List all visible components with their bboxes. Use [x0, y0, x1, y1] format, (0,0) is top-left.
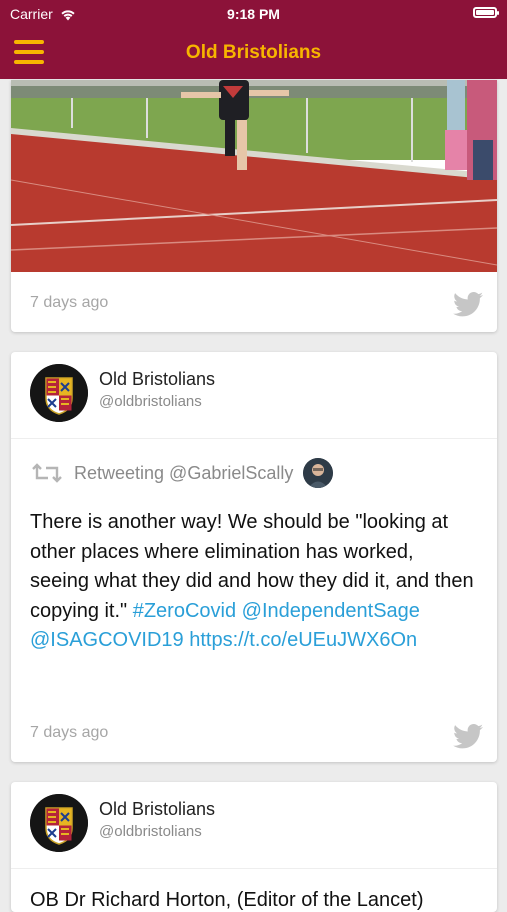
hashtag-link[interactable]: #ZeroCovid	[133, 600, 236, 622]
url-link[interactable]: https://t.co/eUEuJWX6On	[189, 629, 417, 651]
tweet-text: There is another way! We should be "look…	[30, 508, 478, 656]
avatar[interactable]	[30, 794, 88, 852]
retweet-icon	[32, 463, 62, 483]
account-name[interactable]: Old Bristolians	[99, 369, 215, 390]
status-bar: Carrier 9:18 PM	[0, 0, 507, 28]
retweet-label[interactable]: Retweeting @GabrielScally	[74, 463, 293, 484]
crest-logo	[30, 364, 88, 422]
account-name[interactable]: Old Bristolians	[99, 799, 215, 820]
account-handle[interactable]: @oldbristolians	[99, 393, 202, 410]
tweet-timestamp: 7 days ago	[30, 724, 109, 741]
mention-link[interactable]: @IndependentSage	[242, 600, 420, 622]
battery-icon	[473, 7, 499, 18]
twitter-bird-icon[interactable]	[453, 292, 483, 317]
tweet-header: Old Bristolians @oldbristolians	[11, 782, 497, 869]
avatar[interactable]	[30, 364, 88, 422]
twitter-bird-icon[interactable]	[453, 724, 483, 749]
feed-card-text[interactable]: Old Bristolians @oldbristolians OB Dr Ri…	[11, 782, 497, 912]
tweet-timestamp: 7 days ago	[30, 294, 109, 311]
nav-bar: Old Bristolians	[0, 28, 507, 79]
tweet-photo[interactable]	[11, 80, 497, 272]
tweet-header: Old Bristolians @oldbristolians	[11, 352, 497, 439]
retweet-line: Retweeting @GabrielScally	[30, 458, 334, 488]
page-title: Old Bristolians	[185, 42, 322, 63]
feed-card-retweet[interactable]: Old Bristolians @oldbristolians Retweeti…	[11, 352, 497, 762]
mention-link[interactable]: @ISAGCOVID19	[30, 629, 184, 651]
account-handle[interactable]: @oldbristolians	[99, 823, 202, 840]
status-time: 9:18 PM	[227, 6, 280, 22]
retweeted-user-avatar[interactable]	[303, 458, 334, 488]
feed-card-photo[interactable]: 7 days ago	[11, 80, 497, 332]
crest-logo	[30, 794, 88, 852]
tweet-text: OB Dr Richard Horton, (Editor of the Lan…	[30, 889, 424, 911]
